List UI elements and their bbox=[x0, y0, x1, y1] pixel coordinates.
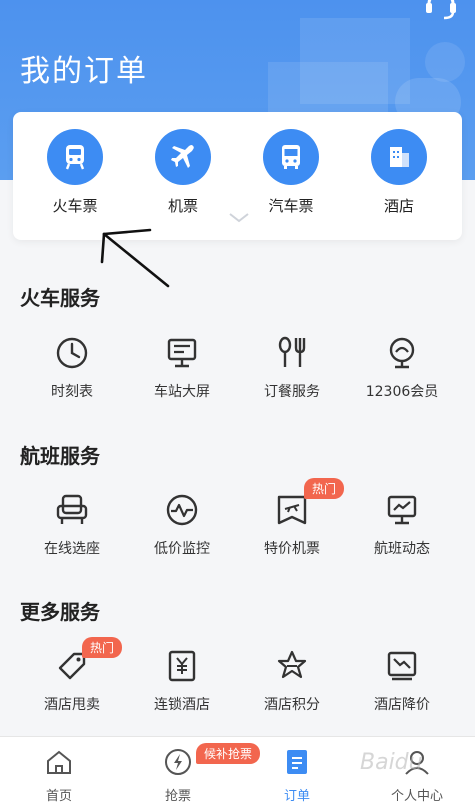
hot-badge: 热门 bbox=[82, 637, 123, 658]
price-drop-icon bbox=[382, 646, 422, 686]
category-label: 酒店 bbox=[383, 197, 414, 215]
hand-drawn-arrow-annotation bbox=[100, 228, 170, 288]
hotel-icon bbox=[371, 129, 427, 185]
customer-service-icon[interactable] bbox=[424, 0, 458, 24]
grab-ticket-icon bbox=[165, 749, 191, 775]
category-hotel[interactable]: 酒店 bbox=[354, 129, 444, 216]
tab-orders[interactable]: 订单 bbox=[257, 747, 337, 804]
member-icon bbox=[382, 333, 422, 373]
tab-home[interactable]: 首页 bbox=[19, 747, 99, 804]
tab-label: 首页 bbox=[45, 789, 72, 804]
points-icon bbox=[272, 646, 312, 686]
category-label: 汽车票 bbox=[268, 197, 314, 215]
train-icon bbox=[47, 129, 103, 185]
hot-badge: 热门 bbox=[304, 478, 345, 499]
service-label: 低价监控 bbox=[154, 541, 210, 557]
category-label: 机票 bbox=[167, 197, 198, 215]
airplane-icon bbox=[155, 129, 211, 185]
category-flight-ticket[interactable]: 机票 bbox=[138, 129, 228, 216]
meal-icon bbox=[272, 333, 312, 373]
waitlist-badge: 候补抢票 bbox=[196, 743, 261, 764]
service-meal-order[interactable]: 订餐服务 bbox=[237, 333, 347, 401]
header-decoration bbox=[425, 42, 465, 82]
service-price-monitor[interactable]: 低价监控 bbox=[127, 490, 237, 558]
station-screen-icon bbox=[162, 333, 202, 373]
service-label: 车站大屏 bbox=[154, 384, 210, 400]
section-title-flight: 航班服务 bbox=[20, 444, 100, 468]
page-title: 我的订单 bbox=[20, 54, 148, 89]
service-timetable[interactable]: 时刻表 bbox=[17, 333, 127, 401]
service-label: 订餐服务 bbox=[264, 384, 320, 400]
chevron-down-icon[interactable] bbox=[228, 212, 250, 224]
watermark: Baidu bbox=[360, 750, 423, 775]
tab-label: 抢票 bbox=[164, 789, 191, 804]
service-seat-selection[interactable]: 在线选座 bbox=[17, 490, 127, 558]
seat-icon bbox=[52, 490, 92, 530]
service-label: 时刻表 bbox=[51, 384, 93, 400]
service-flight-status[interactable]: 航班动态 bbox=[347, 490, 457, 558]
service-chain-hotel[interactable]: 连锁酒店 bbox=[127, 646, 237, 714]
service-label: 酒店积分 bbox=[264, 697, 320, 713]
tab-label: 订单 bbox=[283, 789, 310, 804]
price-monitor-icon bbox=[162, 490, 202, 530]
category-train-ticket[interactable]: 火车票 bbox=[30, 129, 120, 216]
order-category-card: 火车票 机票 汽车票 酒店 bbox=[13, 112, 462, 240]
service-label: 酒店降价 bbox=[374, 697, 430, 713]
service-label: 12306会员 bbox=[365, 384, 439, 400]
order-icon bbox=[287, 750, 307, 774]
tab-label: 个人中心 bbox=[390, 789, 443, 804]
section-title-train: 火车服务 bbox=[20, 286, 100, 310]
category-label: 火车票 bbox=[52, 197, 98, 215]
service-hotel-points[interactable]: 酒店积分 bbox=[237, 646, 347, 714]
service-member[interactable]: 12306会员 bbox=[347, 333, 457, 401]
service-discount-flight[interactable]: 特价机票 bbox=[237, 490, 347, 558]
home-icon bbox=[47, 750, 71, 774]
flight-status-icon bbox=[382, 490, 422, 530]
service-station-screen[interactable]: 车站大屏 bbox=[127, 333, 237, 401]
service-label: 在线选座 bbox=[44, 541, 100, 557]
service-hotel-price-drop[interactable]: 酒店降价 bbox=[347, 646, 457, 714]
service-label: 航班动态 bbox=[374, 541, 430, 557]
service-label: 连锁酒店 bbox=[154, 697, 210, 713]
bus-icon bbox=[263, 129, 319, 185]
category-bus-ticket[interactable]: 汽车票 bbox=[246, 129, 336, 216]
clock-icon bbox=[52, 333, 92, 373]
section-title-more: 更多服务 bbox=[20, 600, 100, 624]
chain-hotel-icon bbox=[162, 646, 202, 686]
service-label: 特价机票 bbox=[264, 541, 320, 557]
service-label: 酒店甩卖 bbox=[44, 697, 100, 713]
